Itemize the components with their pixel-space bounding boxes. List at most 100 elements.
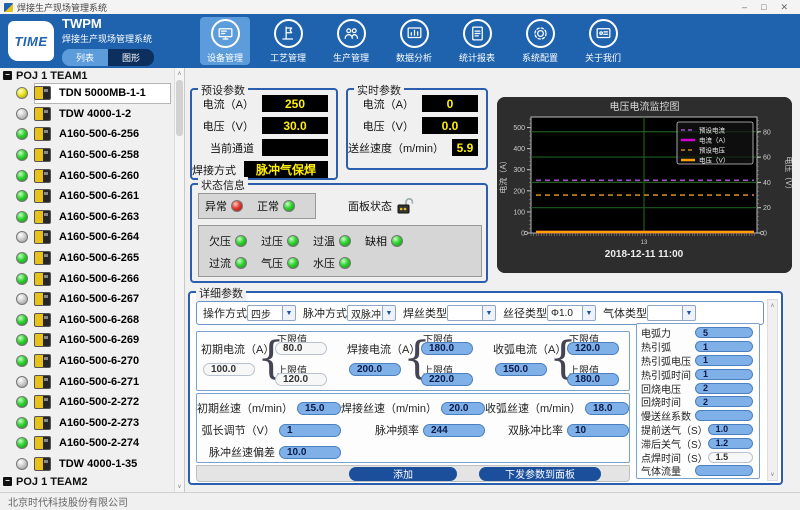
arc-param-input[interactable]: 1.0	[708, 424, 753, 435]
close-button[interactable]: ✕	[780, 1, 788, 13]
arc-param-input[interactable]: 2	[695, 383, 753, 394]
scrollbar-thumb[interactable]	[176, 80, 183, 136]
collapse-icon[interactable]: −	[3, 477, 12, 486]
arc-param-input[interactable]: 1.5	[708, 452, 753, 463]
arc-param-input[interactable]: 1	[695, 341, 753, 352]
chevron-down-icon[interactable]: ▼	[283, 305, 296, 321]
view-button-list[interactable]: 列表	[62, 49, 108, 66]
device-item[interactable]: A160-500-6-265	[0, 248, 175, 269]
device-item[interactable]: A160-500-6-270	[0, 351, 175, 372]
current-value-input[interactable]: 150.0	[495, 363, 547, 376]
device-item[interactable]: A160-500-6-266	[0, 268, 175, 289]
upper-limit-input[interactable]: 180.0	[567, 373, 619, 386]
nav-item-6[interactable]: 系统配置	[515, 17, 565, 65]
upper-limit-input[interactable]: 120.0	[275, 373, 327, 386]
dropdown-value[interactable]: 四步	[247, 305, 283, 321]
arc-param-input[interactable]: 1.2	[708, 438, 753, 449]
maximize-button[interactable]: □	[761, 1, 766, 13]
device-item[interactable]: A160-500-2-272	[0, 392, 175, 413]
nav-label: 统计报表	[459, 51, 495, 64]
dropdown-select[interactable]: 四步▼	[247, 305, 296, 321]
arc-param-row: 热引弧电压1	[637, 354, 759, 368]
device-item[interactable]: TDW 4000-1-35	[0, 454, 175, 475]
scroll-up-icon[interactable]: ∧	[768, 302, 777, 309]
nav-item-3[interactable]: 生产管理	[326, 17, 376, 65]
dropdown-value[interactable]: 双脉冲	[347, 305, 383, 321]
arc-param-input[interactable]: 1	[695, 369, 753, 380]
device-status-led	[16, 190, 28, 202]
dropdown-value[interactable]	[447, 305, 483, 321]
arc-param-input[interactable]: 1	[695, 355, 753, 366]
alarm-row: 过流气压水压	[201, 252, 481, 274]
upper-limit-input[interactable]: 220.0	[421, 373, 473, 386]
tree-group-1[interactable]: −POJ 1 TEAM1	[0, 68, 175, 83]
dropdown-value[interactable]	[647, 305, 683, 321]
chevron-down-icon[interactable]: ▼	[583, 305, 596, 321]
current-value-input[interactable]: 200.0	[349, 363, 401, 376]
arc-param-input[interactable]	[695, 410, 753, 421]
nav-item-1[interactable]: 设备管理	[200, 17, 250, 65]
arc-param-input[interactable]	[695, 465, 753, 476]
lower-limit-input[interactable]: 120.0	[567, 342, 619, 355]
device-item[interactable]: A160-500-6-267	[0, 289, 175, 310]
send-params-button[interactable]: 下发参数到面板	[479, 467, 601, 481]
sidebar-scrollbar[interactable]: ∧ ∨	[174, 68, 184, 492]
device-status-led	[16, 355, 28, 367]
wire-param-input[interactable]: 244	[423, 424, 485, 437]
arc-param-input[interactable]: 5	[695, 327, 753, 338]
device-status-led	[16, 128, 28, 140]
arc-param-input[interactable]: 2	[695, 396, 753, 407]
device-item[interactable]: A160-500-6-264	[0, 227, 175, 248]
device-item[interactable]: A160-500-6-268	[0, 310, 175, 331]
device-item[interactable]: A160-500-6-271	[0, 371, 175, 392]
device-item[interactable]: A160-500-6-256	[0, 124, 175, 145]
minimize-button[interactable]: –	[742, 1, 747, 13]
wire-param-input[interactable]: 18.0	[585, 402, 629, 415]
welder-device-icon	[34, 251, 51, 265]
lower-limit-input[interactable]: 180.0	[421, 342, 473, 355]
nav-item-2[interactable]: 工艺管理	[263, 17, 313, 65]
chevron-down-icon[interactable]: ▼	[483, 305, 496, 321]
wire-param-input[interactable]: 1	[279, 424, 341, 437]
add-button[interactable]: 添加	[349, 467, 457, 481]
device-item[interactable]: A160-500-6-261	[0, 186, 175, 207]
wire-param-input[interactable]: 20.0	[441, 402, 485, 415]
device-item[interactable]: A160-500-6-258	[0, 145, 175, 166]
param-label: 电压（V）	[363, 118, 414, 134]
device-label: A160-500-2-274	[59, 437, 139, 449]
chevron-down-icon[interactable]: ▼	[383, 305, 396, 321]
wire-param-input[interactable]: 15.0	[297, 402, 341, 415]
nav-item-4[interactable]: 数据分析	[389, 17, 439, 65]
lower-limit-input[interactable]: 80.0	[275, 342, 327, 355]
app-header: TIME TWPM 焊接生产现场管理系统 列表图形 设备管理工艺管理生产管理数据…	[0, 14, 800, 68]
dropdown-select[interactable]: ▼	[647, 305, 696, 321]
arc-param-label: 慢送丝系数	[641, 408, 691, 423]
tree-group-2[interactable]: −POJ 1 TEAM2	[0, 474, 175, 489]
device-item[interactable]: TDN 5000MB-1-1	[0, 83, 175, 104]
scroll-down-icon[interactable]: ∨	[768, 471, 777, 478]
nav-item-5[interactable]: 统计报表	[452, 17, 502, 65]
dropdown-value[interactable]: Φ1.0	[547, 305, 583, 321]
current-value-input[interactable]: 100.0	[203, 363, 255, 376]
detail-scrollbar[interactable]: ∧ ∨	[767, 299, 778, 481]
device-item[interactable]: TDW 4000-1-2	[0, 104, 175, 125]
scroll-down-icon[interactable]: ∨	[175, 483, 184, 490]
device-item[interactable]: A160-500-2-274	[0, 433, 175, 454]
dropdown-select[interactable]: ▼	[447, 305, 496, 321]
device-item[interactable]: A160-500-6-263	[0, 207, 175, 228]
view-button-graph[interactable]: 图形	[108, 49, 154, 66]
scroll-up-icon[interactable]: ∧	[175, 70, 184, 77]
wire-param-input[interactable]: 10.0	[279, 446, 341, 459]
svg-text:80: 80	[763, 129, 771, 136]
nav-item-7[interactable]: 关于我们	[578, 17, 628, 65]
wire-param-input[interactable]: 10	[567, 424, 629, 437]
dropdown-select[interactable]: Φ1.0▼	[547, 305, 596, 321]
device-item[interactable]: A160-500-6-260	[0, 165, 175, 186]
device-item[interactable]: A160-500-6-269	[0, 330, 175, 351]
dropdown-select[interactable]: 双脉冲▼	[347, 305, 396, 321]
arc-param-label: 回烧电压	[641, 381, 681, 396]
collapse-icon[interactable]: −	[3, 71, 12, 80]
device-item[interactable]: A160-500-2-273	[0, 413, 175, 434]
chevron-down-icon[interactable]: ▼	[683, 305, 696, 321]
device-label: A160-500-6-266	[59, 273, 139, 285]
